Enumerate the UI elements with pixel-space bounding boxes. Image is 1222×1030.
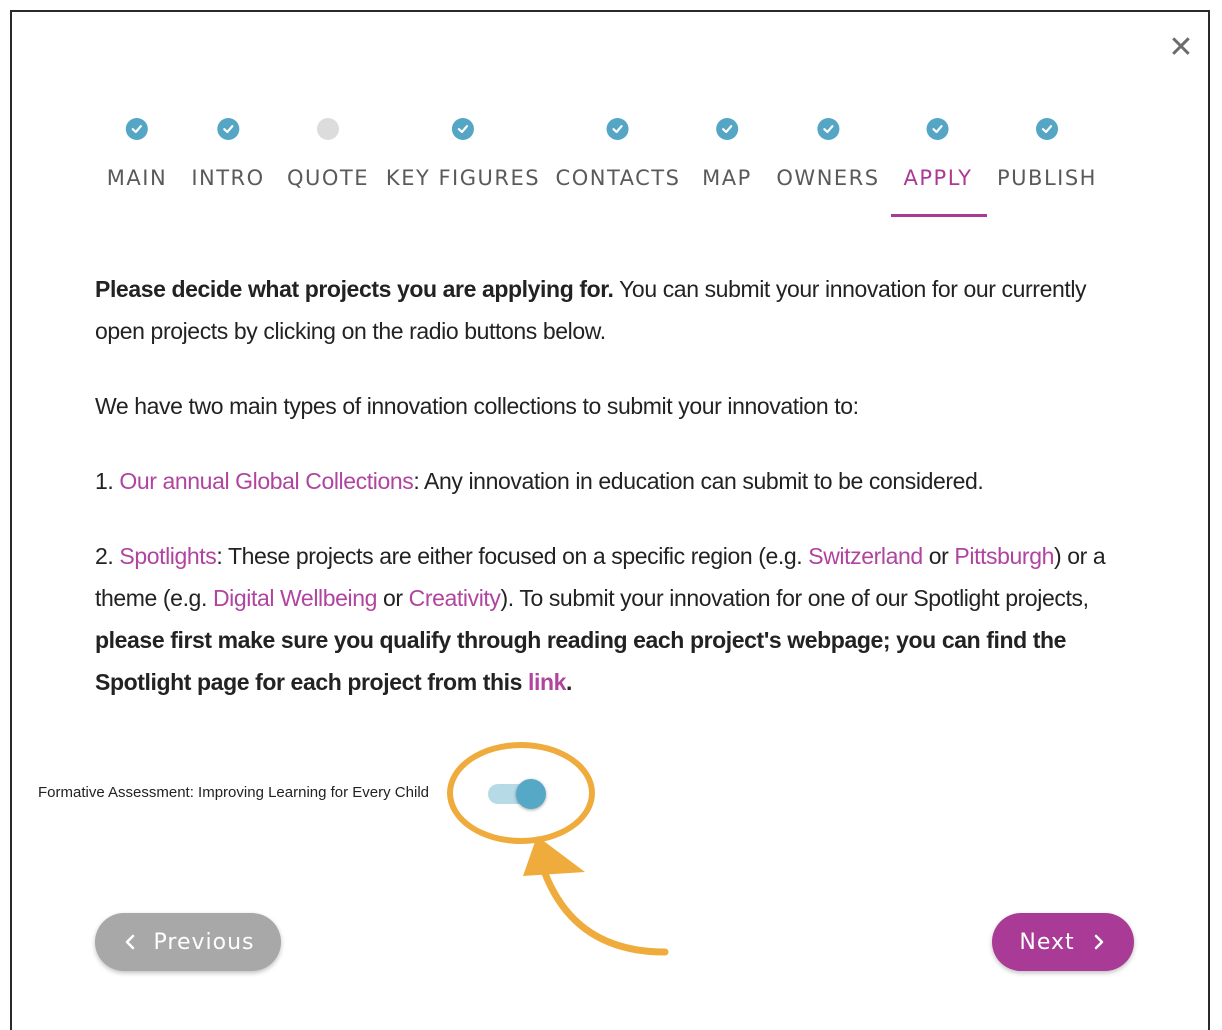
apply-instructions: Please decide what projects you are appl… xyxy=(95,268,1140,736)
intro-bold: Please decide what projects you are appl… xyxy=(95,276,614,302)
step-label: INTRO xyxy=(191,166,265,190)
check-icon xyxy=(125,118,148,140)
global-collections-paragraph: 1. Our annual Global Collections: Any in… xyxy=(95,460,1140,502)
step-contacts[interactable]: CONTACTS xyxy=(556,118,681,190)
check-icon xyxy=(606,118,629,140)
spotlight-page-link[interactable]: link xyxy=(528,669,566,695)
step-label: MAP xyxy=(702,166,752,190)
check-icon xyxy=(452,118,474,140)
step-label: QUOTE xyxy=(286,166,370,190)
item-number: 2. xyxy=(95,543,120,569)
pittsburgh-link[interactable]: Pittsburgh xyxy=(954,543,1054,569)
step-quote[interactable]: QUOTE xyxy=(287,118,369,190)
spotlights-paragraph: 2. Spotlights: These projects are either… xyxy=(95,535,1140,703)
step-label: CONTACTS xyxy=(555,166,681,190)
step-key-figures[interactable]: KEY FIGURES xyxy=(386,118,540,190)
step-label: KEY FIGURES xyxy=(385,166,541,190)
spotlights-text: : These projects are either focused on a… xyxy=(216,543,809,569)
check-icon xyxy=(816,118,839,140)
step-label: PUBLISH xyxy=(997,166,1097,190)
chevron-right-icon xyxy=(1094,934,1103,950)
types-paragraph: We have two main types of innovation col… xyxy=(95,393,859,419)
spotlights-text: or xyxy=(377,585,409,611)
step-main[interactable]: MAIN xyxy=(107,118,167,190)
item-number: 1. xyxy=(95,468,120,494)
intro-paragraph: Please decide what projects you are appl… xyxy=(95,268,1140,352)
next-label: Next xyxy=(1019,929,1075,955)
step-map[interactable]: MAP xyxy=(702,118,752,190)
close-icon[interactable]: ✕ xyxy=(1166,30,1196,66)
step-label: OWNERS xyxy=(776,166,880,190)
check-icon xyxy=(927,118,949,140)
next-button[interactable]: Next xyxy=(992,913,1134,971)
step-label: MAIN xyxy=(106,166,168,190)
incomplete-dot-icon xyxy=(317,118,339,140)
spotlights-link[interactable]: Spotlights xyxy=(119,543,216,569)
check-icon xyxy=(1036,118,1058,140)
digital-wellbeing-link[interactable]: Digital Wellbeing xyxy=(213,585,377,611)
check-icon xyxy=(716,118,738,140)
spotlights-bold-end: . xyxy=(566,669,573,695)
step-publish[interactable]: PUBLISH xyxy=(997,118,1097,190)
previous-button[interactable]: Previous xyxy=(95,913,281,971)
active-step-underline xyxy=(891,214,987,217)
global-collections-text: : Any innovation in education can submit… xyxy=(413,468,984,494)
spotlights-bold-text: please first make sure you qualify throu… xyxy=(95,627,1067,695)
global-collections-link[interactable]: Our annual Global Collections xyxy=(119,468,413,494)
spotlights-text: ). To submit your innovation for one of … xyxy=(500,585,1089,611)
step-owners[interactable]: OWNERS xyxy=(776,118,879,190)
chevron-left-icon xyxy=(125,934,134,950)
switzerland-link[interactable]: Switzerland xyxy=(808,543,923,569)
previous-label: Previous xyxy=(153,929,255,955)
spotlights-text: or xyxy=(922,543,955,569)
step-apply[interactable]: APPLY xyxy=(904,118,973,190)
step-label: APPLY xyxy=(903,166,973,190)
step-intro[interactable]: INTRO xyxy=(191,118,264,190)
highlight-circle xyxy=(447,742,595,844)
creativity-link[interactable]: Creativity xyxy=(409,585,501,611)
toggle-label: Formative Assessment: Improving Learning… xyxy=(38,784,429,801)
spotlights-bold: please first make sure you qualify throu… xyxy=(95,627,1066,695)
check-icon xyxy=(216,118,239,140)
highlight-arrow-icon xyxy=(523,836,669,956)
